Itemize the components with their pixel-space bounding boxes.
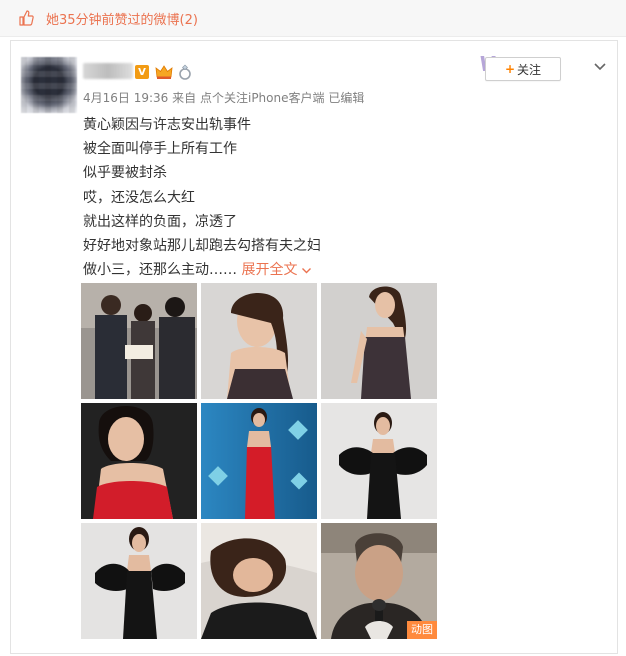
post-meta: 4月16日 19:36 来自 点个关注iPhone客户端 已编辑 xyxy=(83,89,364,106)
photo-thumbnail[interactable] xyxy=(201,283,317,399)
post-line-last: 做小三，还那么主动…… 展开全文 xyxy=(83,258,553,282)
liked-notice-bar[interactable]: 她35分钟前赞过的微博(2) xyxy=(0,0,626,37)
plus-icon: + xyxy=(504,62,516,76)
photo-red-dress-blue-bg xyxy=(201,403,317,519)
avatar[interactable] xyxy=(21,57,77,113)
chevron-down-icon xyxy=(302,267,312,274)
photo-thumbnail[interactable] xyxy=(81,403,197,519)
photo-thumbnail[interactable] xyxy=(321,403,437,519)
photo-thumbnail[interactable]: 动图 xyxy=(321,523,437,639)
photo-black-dress-1 xyxy=(321,403,437,519)
post-line: 似乎要被封杀 xyxy=(83,165,167,182)
liked-notice-text[interactable]: 她35分钟前赞过的微博(2) xyxy=(46,9,198,28)
source-prefix: 来自 xyxy=(172,91,197,105)
weibo-post-card: V V峰会 + 关注 4月16日 19:36 来自 点个关注iPhone客户端 … xyxy=(10,40,618,654)
photo-black-dress-2 xyxy=(81,523,197,639)
photo-thumbnail[interactable] xyxy=(81,523,197,639)
photo-lace-dress-2 xyxy=(321,283,437,399)
follow-button[interactable]: + 关注 xyxy=(485,57,561,81)
photo-group-cake xyxy=(81,283,197,399)
photo-thumbnail[interactable] xyxy=(201,403,317,519)
crown-icon xyxy=(155,65,173,79)
post-line: 好好地对象站那儿却跑去勾搭有夫之妇 xyxy=(83,238,321,255)
photo-thumbnail[interactable] xyxy=(81,283,197,399)
edited-label[interactable]: 已编辑 xyxy=(328,91,364,105)
post-line: 哎，还没怎么大红 xyxy=(83,189,195,206)
photo-thumbnail[interactable] xyxy=(201,523,317,639)
gif-badge: 动图 xyxy=(407,621,437,639)
verified-badge: V xyxy=(135,65,149,79)
post-date[interactable]: 4月16日 19:36 xyxy=(83,91,168,105)
photo-grid: 动图 xyxy=(81,283,441,643)
ring-icon xyxy=(179,64,191,80)
photo-lace-dress-1 xyxy=(201,283,317,399)
photo-lying-down xyxy=(201,523,317,639)
thumbs-up-icon xyxy=(19,10,34,26)
post-line: 被全面叫停手上所有工作 xyxy=(83,141,237,158)
photo-red-dress-closeup xyxy=(81,403,197,519)
post-body: 黄心颖因与许志安出轨事件 被全面叫停手上所有工作 似乎要被封杀 哎，还没怎么大红… xyxy=(83,113,553,282)
post-line-text: 做小三，还那么主动…… xyxy=(83,262,237,279)
expand-link[interactable]: 展开全文 xyxy=(241,262,312,278)
expand-label: 展开全文 xyxy=(241,262,298,279)
follow-label: 关注 xyxy=(517,62,542,77)
chevron-down-icon[interactable] xyxy=(593,59,607,73)
post-line: 黄心颖因与许志安出轨事件 xyxy=(83,117,251,133)
post-source[interactable]: 点个关注iPhone客户端 xyxy=(200,91,325,105)
post-line: 就出这样的负面，凉透了 xyxy=(83,213,237,230)
photo-thumbnail[interactable] xyxy=(321,283,437,399)
username-blurred[interactable] xyxy=(83,63,133,79)
